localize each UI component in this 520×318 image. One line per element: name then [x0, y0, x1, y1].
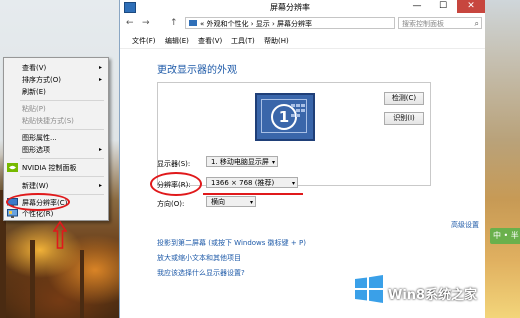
annotation-underline	[203, 193, 303, 195]
project-second-screen-link[interactable]: 投影到第二屏幕 (或按下 Windows 徽标键 + P)	[157, 238, 306, 248]
address-toolbar: ← → ↑ « 外观和个性化 › 显示 › 屏幕分辨率 搜索控制面板 ⌕	[120, 15, 485, 33]
submenu-arrow-icon: ▸	[98, 64, 102, 71]
text-size-link[interactable]: 放大或缩小文本和其他项目	[157, 253, 241, 263]
menu-separator	[20, 100, 104, 101]
annotation-ring-resolution	[150, 172, 202, 196]
menu-separator	[20, 158, 104, 159]
display-label: 显示器(S):	[157, 160, 191, 168]
close-button[interactable]: ✕	[457, 0, 485, 13]
screen-resolution-window: 屏幕分辨率 — ☐ ✕ ← → ↑ « 外观和个性化 › 显示 › 屏幕分辨率 …	[119, 0, 485, 318]
search-input[interactable]: 搜索控制面板 ⌕	[398, 17, 482, 29]
menu-view[interactable]: 查看(V)	[198, 36, 222, 46]
menu-item-paste: 粘贴(P)	[22, 105, 46, 113]
breadcrumb: « 外观和个性化 › 显示 › 屏幕分辨率	[200, 20, 313, 28]
display-preview: 1 检测(C) 识别(I)	[157, 82, 431, 186]
search-icon: ⌕	[474, 19, 479, 28]
up-button[interactable]: ↑	[170, 18, 178, 28]
display-dropdown[interactable]: 1. 移动电脑显示屏 ▾	[206, 156, 278, 167]
forward-button[interactable]: →	[142, 18, 150, 28]
orientation-dropdown[interactable]: 横向 ▾	[206, 196, 256, 207]
personalize-icon	[7, 209, 18, 218]
submenu-arrow-icon: ▸	[98, 182, 102, 189]
menu-item-refresh[interactable]: 刷新(E)	[4, 86, 108, 98]
windows-logo-icon	[355, 275, 383, 303]
chevron-down-icon: ▾	[291, 180, 295, 187]
title-bar[interactable]: 屏幕分辨率 — ☐ ✕	[120, 0, 485, 15]
nvidia-icon	[7, 163, 18, 172]
page-title: 更改显示器的外观	[157, 65, 237, 76]
back-button[interactable]: ←	[126, 18, 134, 28]
menu-separator	[20, 129, 104, 130]
minimize-button[interactable]: —	[405, 0, 429, 13]
control-panel-icon	[189, 20, 197, 26]
menu-item-graphics-options[interactable]: 图形选项 ▸	[4, 144, 108, 156]
chevron-down-icon: ▾	[271, 159, 275, 166]
maximize-button[interactable]: ☐	[431, 0, 455, 13]
menu-item-view[interactable]: 查看(V) ▸	[4, 62, 108, 74]
orientation-label: 方向(O):	[157, 200, 185, 208]
wallpaper-strip	[484, 0, 520, 318]
advanced-settings-link[interactable]: 高级设置	[451, 220, 479, 230]
monitor-tile[interactable]: 1	[255, 93, 315, 141]
tree-trunk	[80, 250, 84, 318]
tree-trunk	[30, 240, 35, 318]
submenu-arrow-icon: ▸	[98, 146, 102, 153]
menu-tools[interactable]: 工具(T)	[231, 36, 255, 46]
side-floating-tab[interactable]: 中 • 半	[490, 228, 520, 244]
annotation-arrow-icon	[53, 221, 67, 249]
resolution-dropdown[interactable]: 1366 × 768 (推荐) ▾	[206, 177, 298, 188]
window-title: 屏幕分辨率	[270, 3, 310, 12]
display-help-link[interactable]: 我应该选择什么显示器设置?	[157, 268, 245, 278]
menu-file[interactable]: 文件(F)	[132, 36, 156, 46]
menu-edit[interactable]: 编辑(E)	[165, 36, 189, 46]
menu-item-graphics-properties[interactable]: 图形属性...	[4, 132, 108, 144]
menu-bar: 文件(F) 编辑(E) 查看(V) 工具(T) 帮助(H)	[120, 33, 485, 49]
monitor-number: 1	[271, 104, 297, 130]
identify-button[interactable]: 识别(I)	[384, 112, 424, 125]
menu-item-sort[interactable]: 排序方式(O) ▸	[4, 74, 108, 86]
menu-separator	[20, 176, 104, 177]
menu-item-paste-shortcut: 粘贴快捷方式(S)	[22, 117, 74, 125]
address-bar[interactable]: « 外观和个性化 › 显示 › 屏幕分辨率	[185, 17, 395, 29]
menu-item-nvidia-control-panel[interactable]: NVIDIA 控制面板	[4, 162, 108, 174]
menu-item-personalize[interactable]: 个性化(R)	[4, 208, 108, 220]
annotation-ring-menu	[6, 193, 70, 211]
control-panel-icon	[124, 2, 136, 13]
detect-button[interactable]: 检测(C)	[384, 92, 424, 105]
chevron-down-icon: ▾	[249, 199, 253, 206]
submenu-arrow-icon: ▸	[98, 76, 102, 83]
watermark-text: Win8系统之家	[388, 288, 478, 303]
menu-help[interactable]: 帮助(H)	[264, 36, 289, 46]
menu-item-new[interactable]: 新建(W) ▸	[4, 180, 108, 192]
